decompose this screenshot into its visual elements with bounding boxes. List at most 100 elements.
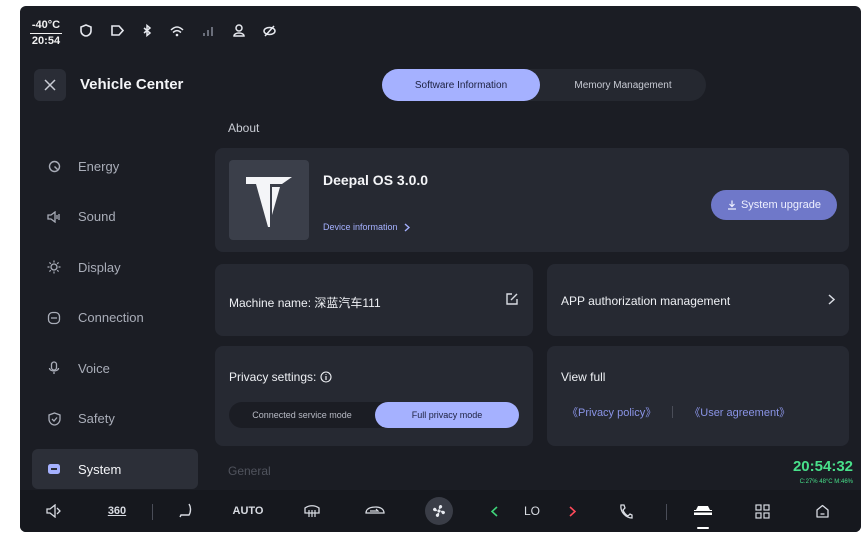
active-underline <box>697 527 709 529</box>
privacy-policy-link[interactable]: 《Privacy policy》 <box>567 404 656 420</box>
vehicle-button[interactable] <box>688 490 718 532</box>
rear-defrost-button[interactable] <box>300 490 324 532</box>
rear-defrost-icon <box>304 505 320 517</box>
phone-button[interactable] <box>614 490 638 532</box>
phone-icon <box>620 503 633 519</box>
privacy-settings-card: Privacy settings: Connected service mode… <box>215 346 533 446</box>
sidebar-scroll-fade <box>32 110 198 140</box>
info-icon[interactable] <box>320 371 332 383</box>
fan-background <box>425 497 453 525</box>
chevron-right-icon <box>828 294 835 305</box>
seat-button[interactable] <box>174 490 198 532</box>
air-circulation-button[interactable] <box>360 490 390 532</box>
machine-name-label: Machine name: 深蓝汽车111 <box>229 296 381 310</box>
apps-grid-icon <box>754 503 770 519</box>
sidebar-item-connection[interactable]: Connection <box>32 298 198 338</box>
policy-links: 《Privacy policy》 《User agreement》 <box>567 404 790 420</box>
dock-separator <box>666 504 667 520</box>
speaker-icon <box>46 209 62 225</box>
section-title-about: About <box>228 121 260 135</box>
signal-icon <box>203 27 213 36</box>
sidebar-item-energy[interactable]: Energy <box>32 146 198 186</box>
overlay-meta: C:27% 48°C M:46% <box>799 479 853 485</box>
camera-360-button[interactable]: 360 <box>102 490 132 532</box>
temperature-up-button[interactable] <box>564 490 580 532</box>
chevron-left-icon <box>490 505 498 517</box>
deepal-logo-icon <box>246 177 292 227</box>
machine-name-card[interactable]: Machine name: 深蓝汽车111 <box>215 264 533 336</box>
app-authorization-label: APP authorization management <box>561 294 731 308</box>
sidebar-item-label: Display <box>78 259 121 275</box>
home-button[interactable] <box>810 490 834 532</box>
sidebar: Energy Sound Display Connection Voice Sa… <box>32 146 198 500</box>
microphone-icon <box>46 360 62 376</box>
brightness-icon <box>46 259 62 275</box>
connected-service-mode-option[interactable]: Connected service mode <box>229 402 375 428</box>
vehicle-center-screen: -40°C 20:54 Vehicle Center Software Info… <box>20 6 861 532</box>
close-button[interactable] <box>34 69 66 101</box>
clock-divider <box>30 32 62 34</box>
climate-auto-button[interactable]: AUTO <box>230 490 266 532</box>
system-upgrade-label: System upgrade <box>740 199 822 211</box>
outside-temperature: -40°C <box>31 18 61 31</box>
system-upgrade-button[interactable]: System upgrade <box>711 190 837 220</box>
user-icon <box>233 24 245 37</box>
os-version: Deepal OS 3.0.0 <box>323 172 429 188</box>
download-icon <box>727 200 736 210</box>
seat-icon <box>179 503 192 518</box>
bottom-dock: 360 AUTO LO <box>20 490 861 532</box>
status-clock: -40°C 20:54 <box>26 16 66 50</box>
view-full-card: View full 《Privacy policy》 《User agreeme… <box>547 346 849 446</box>
sidebar-item-display[interactable]: Display <box>32 247 198 287</box>
section-title-general: General <box>228 464 271 478</box>
sidebar-item-sound[interactable]: Sound <box>32 197 198 237</box>
app-authorization-card[interactable]: APP authorization management <box>547 264 849 336</box>
speaker-icon <box>46 504 61 518</box>
edit-icon[interactable] <box>505 292 519 306</box>
sidebar-item-label: Connection <box>78 310 144 325</box>
about-card: Deepal OS 3.0.0 Device information Syste… <box>215 148 849 252</box>
energy-icon <box>46 158 62 174</box>
battery-status-icon <box>111 25 124 36</box>
tab-memory-management[interactable]: Memory Management <box>540 69 706 101</box>
device-information-link[interactable]: Device information <box>323 222 410 232</box>
deepal-logo <box>229 160 309 240</box>
privacy-settings-title: Privacy settings: <box>229 370 332 384</box>
device-information-label: Device information <box>323 222 398 232</box>
tab-software-information[interactable]: Software Information <box>382 69 540 101</box>
connection-icon <box>46 310 62 326</box>
air-circulation-icon <box>365 506 385 514</box>
page-title: Vehicle Center <box>80 76 184 93</box>
status-bar: -40°C 20:54 <box>20 6 861 60</box>
sidebar-item-safety[interactable]: Safety <box>32 399 198 439</box>
camera-off-icon <box>263 24 276 37</box>
fan-icon <box>433 505 445 517</box>
shield-icon <box>46 411 62 427</box>
sidebar-item-label: Safety <box>78 411 115 426</box>
close-icon <box>44 79 56 91</box>
chevron-right-icon <box>404 222 410 232</box>
home-icon <box>815 504 829 518</box>
overlay-time: 20:54:32 <box>792 458 853 475</box>
tab-bar: Software Information Memory Management <box>382 69 706 101</box>
chevron-right-icon <box>568 505 576 517</box>
temperature-value: LO <box>523 504 540 518</box>
sidebar-item-label: Energy <box>78 158 120 174</box>
sidebar-item-label: Sound <box>78 209 116 224</box>
status-icons <box>80 24 276 37</box>
hotspot-icon <box>170 25 184 36</box>
car-icon <box>694 506 712 515</box>
sidebar-item-voice[interactable]: Voice <box>32 348 198 388</box>
volume-button[interactable] <box>42 490 66 532</box>
dock-separator <box>152 504 153 520</box>
sidebar-item-label: Voice <box>78 360 110 376</box>
sidebar-item-system[interactable]: System <box>32 449 198 489</box>
status-time: 20:54 <box>31 34 61 47</box>
fan-button[interactable] <box>424 490 454 532</box>
full-privacy-mode-option[interactable]: Full privacy mode <box>375 402 519 428</box>
temperature-down-button[interactable] <box>486 490 502 532</box>
user-agreement-link[interactable]: 《User agreement》 <box>689 404 790 420</box>
apps-button[interactable] <box>750 490 774 532</box>
view-full-title: View full <box>561 370 606 384</box>
privacy-mode-toggle: Connected service mode Full privacy mode <box>229 402 519 428</box>
